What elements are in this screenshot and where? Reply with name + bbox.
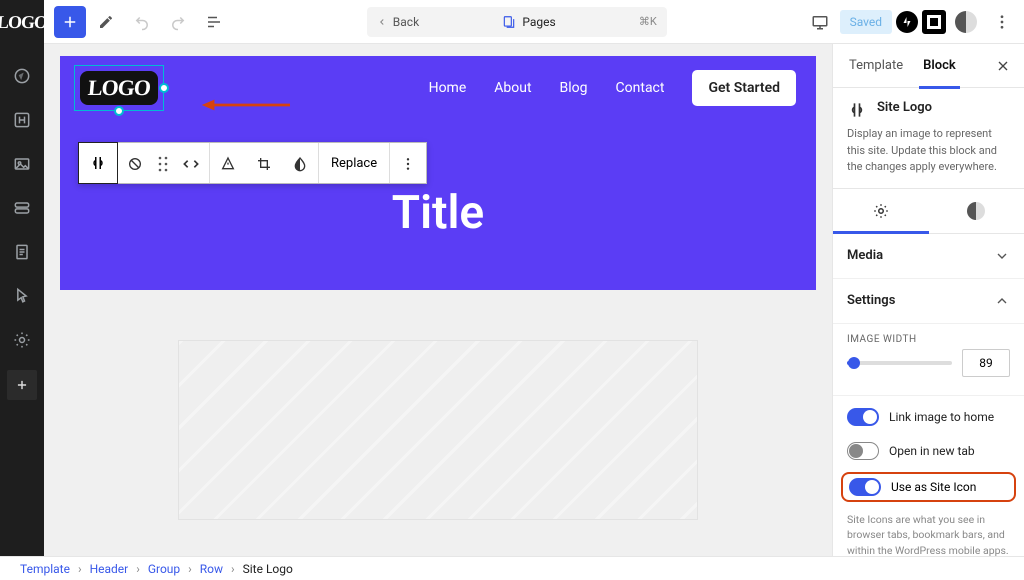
duotone-button[interactable] — [282, 143, 318, 185]
settings-sidebar: Template Block Site Logo Display an imag… — [832, 44, 1024, 556]
toggle-new-tab[interactable]: Open in new tab — [833, 434, 1024, 468]
toggle-link-home[interactable]: Link image to home — [833, 400, 1024, 434]
rail-settings[interactable] — [0, 318, 44, 362]
nav-item[interactable]: Contact — [616, 80, 665, 96]
site-logo-icon — [847, 100, 867, 120]
site-icon-help: Site Icons are what you see in browser t… — [833, 506, 1024, 557]
block-toolbar: Replace — [78, 142, 427, 184]
breadcrumb-item[interactable]: Template — [20, 562, 70, 576]
editor-canvas[interactable]: LOGO Home About Blog Contact Get Started — [44, 44, 832, 556]
rail-navigation[interactable] — [0, 54, 44, 98]
site-brand[interactable]: LOGO — [0, 0, 44, 44]
annotation-arrow — [200, 95, 290, 115]
site-logo-image: LOGO — [87, 75, 151, 101]
tab-block[interactable]: Block — [913, 44, 966, 88]
close-sidebar-button[interactable] — [988, 51, 1018, 81]
save-button[interactable]: Saved — [840, 10, 892, 34]
resize-handle-right[interactable] — [159, 83, 169, 93]
rail-page[interactable] — [0, 230, 44, 274]
rail-image[interactable] — [0, 142, 44, 186]
document-switcher[interactable]: Back Pages ⌘K — [367, 7, 667, 37]
resize-handle-bottom[interactable] — [114, 106, 124, 116]
chevron-down-icon — [994, 248, 1010, 264]
add-block-button[interactable] — [54, 6, 86, 38]
site-logo-block-selected[interactable]: LOGO — [80, 71, 158, 105]
drag-parent-button[interactable] — [117, 143, 153, 185]
image-width-slider[interactable] — [847, 361, 952, 365]
styles-button[interactable] — [950, 6, 982, 38]
nav-item[interactable]: Home — [429, 80, 467, 96]
block-type-button[interactable] — [78, 142, 118, 184]
breadcrumb-item-current: Site Logo — [243, 562, 293, 576]
rail-pointer[interactable] — [0, 274, 44, 318]
block-name: Site Logo — [877, 100, 932, 120]
subtab-styles[interactable] — [929, 189, 1024, 233]
undo-button[interactable] — [126, 6, 158, 38]
pages-icon — [502, 15, 516, 29]
cta-button[interactable]: Get Started — [692, 70, 796, 106]
back-label: Back — [393, 15, 419, 29]
breadcrumb-item[interactable]: Group — [148, 562, 180, 576]
toggle-site-icon-highlighted[interactable]: Use as Site Icon — [841, 472, 1016, 502]
crop-button[interactable] — [246, 143, 282, 185]
replace-button[interactable]: Replace — [319, 143, 389, 183]
rail-buttons[interactable] — [0, 186, 44, 230]
tab-template[interactable]: Template — [839, 44, 913, 88]
panel-settings[interactable]: Settings — [833, 279, 1024, 324]
breadcrumb-item[interactable]: Row — [200, 562, 223, 576]
nav-menu: Home About Blog Contact Get Started — [429, 70, 796, 106]
block-description: Display an image to represent this site.… — [847, 126, 1010, 176]
chevron-up-icon — [994, 293, 1010, 309]
shortcut-hint: ⌘K — [639, 15, 657, 28]
breadcrumb-item[interactable]: Header — [90, 562, 129, 576]
header-block[interactable]: LOGO Home About Blog Contact Get Started — [60, 56, 816, 290]
rail-heading[interactable] — [0, 98, 44, 142]
panel-media[interactable]: Media — [833, 234, 1024, 279]
document-overview-button[interactable] — [198, 6, 230, 38]
move-buttons[interactable] — [173, 143, 209, 185]
block-breadcrumb: Template› Header› Group› Row› Site Logo — [0, 556, 1024, 580]
image-width-label: IMAGE WIDTH — [847, 334, 1010, 345]
page-title[interactable]: Title — [80, 186, 796, 240]
settings-sidebar-toggle[interactable] — [922, 10, 946, 34]
nav-item[interactable]: Blog — [560, 80, 588, 96]
doc-title: Pages — [522, 15, 555, 29]
image-placeholder[interactable] — [178, 340, 698, 520]
more-options-button[interactable] — [986, 6, 1018, 38]
jetpack-icon[interactable] — [896, 11, 918, 33]
redo-button[interactable] — [162, 6, 194, 38]
editor-topbar: Back Pages ⌘K Saved — [44, 0, 1024, 44]
edit-tool-button[interactable] — [90, 6, 122, 38]
block-more-button[interactable] — [390, 143, 426, 185]
site-brand-mark: LOGO — [0, 12, 48, 33]
view-desktop-button[interactable] — [804, 6, 836, 38]
alt-text-button[interactable] — [210, 143, 246, 185]
admin-rail — [0, 44, 44, 556]
drag-handle[interactable] — [153, 143, 173, 185]
nav-item[interactable]: About — [494, 80, 531, 96]
rail-add[interactable] — [7, 370, 37, 400]
image-width-input[interactable] — [962, 349, 1010, 377]
subtab-settings[interactable] — [833, 189, 929, 233]
